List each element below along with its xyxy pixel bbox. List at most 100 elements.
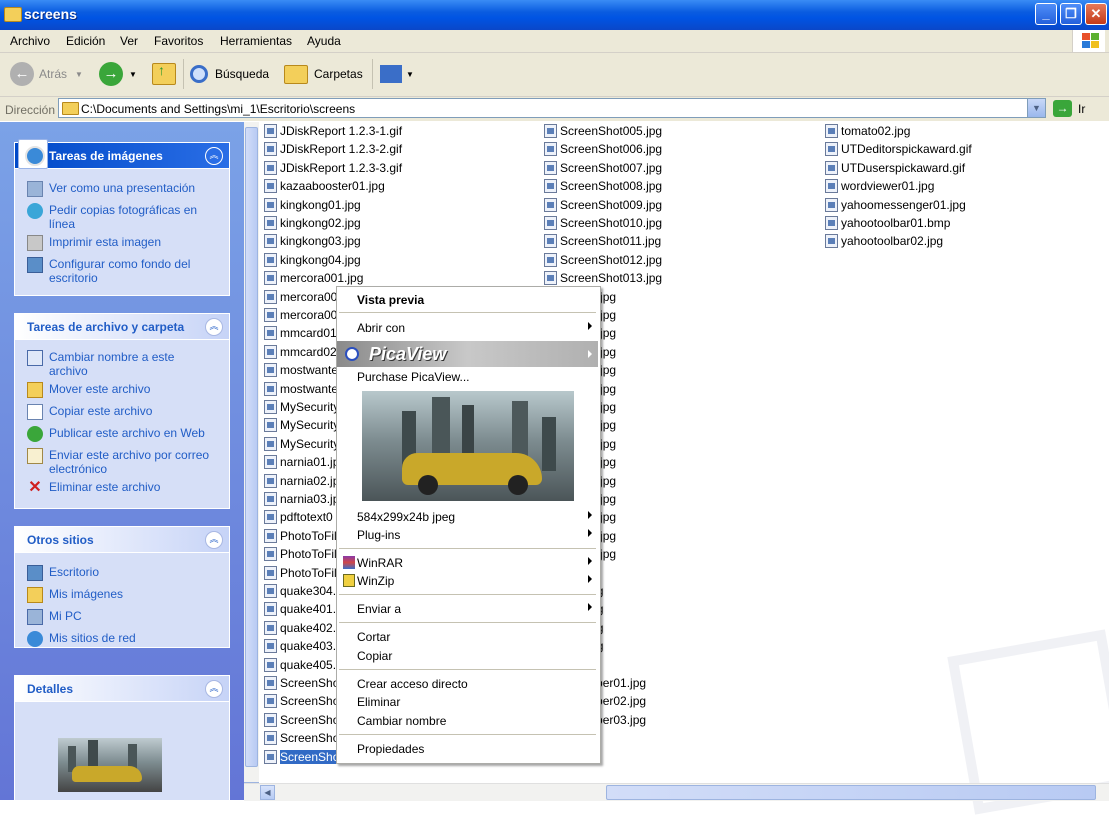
file-item[interactable]: quake304.: [264, 582, 336, 600]
file-item[interactable]: kingkong03.jpg: [264, 232, 361, 250]
left-panel-scrollbar[interactable]: ▼: [244, 122, 259, 800]
file-item[interactable]: ScreenShot007.jpg: [544, 159, 662, 177]
file-item[interactable]: ScreenSho: [264, 692, 339, 710]
close-button[interactable]: ✕: [1085, 3, 1107, 25]
file-item[interactable]: ScreenShot006.jpg: [544, 140, 662, 158]
task-slideshow[interactable]: Ver como una presentación: [27, 181, 195, 197]
menu-edicion[interactable]: Edición: [66, 34, 105, 48]
menu-ver[interactable]: Ver: [120, 34, 138, 48]
file-item[interactable]: kingkong04.jpg: [264, 251, 361, 269]
go-button[interactable]: Ir: [1078, 102, 1085, 116]
file-item[interactable]: UTDuserspickaward.gif: [825, 159, 965, 177]
menu-herramientas[interactable]: Herramientas: [220, 34, 292, 48]
other-places-header[interactable]: Otros sitios ︽: [15, 527, 229, 553]
back-button[interactable]: ← Atrás ▼: [10, 61, 83, 87]
file-item[interactable]: narnia02.jp: [264, 472, 339, 490]
task-move[interactable]: Mover este archivo: [27, 382, 150, 398]
task-email[interactable]: Enviar este archivo por correo electróni…: [27, 448, 217, 476]
file-item[interactable]: mercora00: [264, 288, 337, 306]
file-item[interactable]: quake405.: [264, 656, 336, 674]
menu-item-open-with[interactable]: Abrir con: [337, 319, 598, 337]
file-item[interactable]: mostwante: [264, 361, 338, 379]
menu-item-delete[interactable]: Eliminar: [337, 693, 598, 711]
scroll-thumb[interactable]: [606, 785, 1096, 800]
place-network[interactable]: Mis sitios de red: [27, 631, 136, 647]
file-item[interactable]: ScreenShot013.jpg: [544, 269, 662, 287]
forward-button[interactable]: → ▼: [99, 61, 137, 87]
file-item[interactable]: mercora001.jpg: [264, 269, 363, 287]
file-item[interactable]: MySecurity: [264, 398, 339, 416]
file-item[interactable]: ScreenShot011.jpg: [544, 232, 661, 250]
file-item[interactable]: MySecurity: [264, 435, 339, 453]
chevron-down-icon[interactable]: ▼: [129, 70, 137, 79]
collapse-icon[interactable]: ︽: [205, 680, 223, 698]
file-item[interactable]: narnia01.jp: [264, 453, 339, 471]
place-my-pictures[interactable]: Mis imágenes: [27, 587, 123, 603]
file-item[interactable]: JDiskReport 1.2.3-1.gif: [264, 122, 402, 140]
scroll-left-button[interactable]: ◀: [260, 785, 275, 800]
file-item[interactable]: PhotoToFil: [264, 527, 337, 545]
menu-item-rename[interactable]: Cambiar nombre: [337, 712, 598, 730]
file-item[interactable]: kazaabooster01.jpg: [264, 177, 385, 195]
scroll-thumb[interactable]: [245, 127, 258, 767]
task-rename[interactable]: Cambiar nombre a este archivo: [27, 350, 207, 378]
menu-item-purchase[interactable]: Purchase PicaView...: [337, 368, 598, 386]
menu-favoritos[interactable]: Favoritos: [154, 34, 203, 48]
file-item[interactable]: yahoomessenger01.jpg: [825, 196, 966, 214]
file-item[interactable]: ScreenShot010.jpg: [544, 214, 662, 232]
menu-item-properties[interactable]: Propiedades: [337, 740, 598, 758]
file-item[interactable]: wordviewer01.jpg: [825, 177, 934, 195]
file-item[interactable]: quake403.: [264, 637, 336, 655]
task-copy[interactable]: Copiar este archivo: [27, 404, 152, 420]
image-tasks-header[interactable]: Tareas de imágenes ︽: [15, 139, 229, 169]
file-item[interactable]: mercora00: [264, 306, 337, 324]
minimize-button[interactable]: _: [1035, 3, 1057, 25]
menu-item-cut[interactable]: Cortar: [337, 628, 598, 646]
file-item[interactable]: kingkong02.jpg: [264, 214, 361, 232]
address-dropdown-button[interactable]: ▼: [1027, 99, 1045, 117]
menu-archivo[interactable]: Archivo: [10, 34, 50, 48]
folders-button[interactable]: Carpetas: [284, 61, 363, 87]
file-item[interactable]: narnia03.jp: [264, 490, 339, 508]
menu-item-send-to[interactable]: Enviar a: [337, 600, 598, 618]
file-item[interactable]: PhotoToFil: [264, 564, 337, 582]
collapse-icon[interactable]: ︽: [205, 318, 223, 336]
file-item[interactable]: yahootoolbar02.jpg: [825, 232, 943, 250]
address-input[interactable]: C:\Documents and Settings\mi_1\Escritori…: [58, 98, 1046, 118]
up-folder-button[interactable]: ↑: [152, 61, 176, 87]
views-button[interactable]: ▼: [380, 61, 414, 87]
menu-item-winzip[interactable]: WinZip: [337, 572, 598, 590]
file-item[interactable]: yahootoolbar01.bmp: [825, 214, 950, 232]
menu-item-preview[interactable]: Vista previa: [337, 291, 598, 309]
file-item[interactable]: ScreenShot009.jpg: [544, 196, 662, 214]
file-item[interactable]: JDiskReport 1.2.3-3.gif: [264, 159, 402, 177]
maximize-button[interactable]: ❐: [1060, 3, 1082, 25]
task-delete[interactable]: ✕ Eliminar este archivo: [27, 480, 160, 496]
collapse-icon[interactable]: ︽: [205, 147, 223, 165]
horizontal-scrollbar[interactable]: ◀: [244, 783, 1109, 801]
file-item[interactable]: kingkong01.jpg: [264, 196, 361, 214]
menu-item-image-info[interactable]: 584x299x24b jpeg: [337, 508, 598, 526]
file-item[interactable]: pdftotext0: [264, 508, 333, 526]
file-item[interactable]: mostwante: [264, 380, 338, 398]
menu-item-copy[interactable]: Copiar: [337, 647, 598, 665]
task-order-prints[interactable]: Pedir copias fotográficas en línea: [27, 203, 212, 231]
place-my-computer[interactable]: Mi PC: [27, 609, 82, 625]
file-item[interactable]: ScreenSho: [264, 674, 339, 692]
collapse-icon[interactable]: ︽: [205, 531, 223, 549]
menu-item-create-shortcut[interactable]: Crear acceso directo: [337, 675, 598, 693]
file-item[interactable]: ScreenSho: [264, 711, 339, 729]
go-arrow-icon[interactable]: →: [1053, 100, 1072, 117]
search-button[interactable]: Búsqueda: [190, 61, 269, 87]
file-item[interactable]: ScreenShot008.jpg: [544, 177, 662, 195]
file-item[interactable]: MySecurity: [264, 416, 339, 434]
file-item[interactable]: mmcard02.: [264, 343, 340, 361]
file-item[interactable]: UTDeditorspickaward.gif: [825, 140, 972, 158]
file-item[interactable]: JDiskReport 1.2.3-2.gif: [264, 140, 402, 158]
file-item[interactable]: PhotoToFil: [264, 545, 337, 563]
task-publish-web[interactable]: Publicar este archivo en Web: [27, 426, 205, 442]
file-item[interactable]: tomato02.jpg: [825, 122, 910, 140]
chevron-down-icon[interactable]: ▼: [75, 70, 83, 79]
details-header[interactable]: Detalles ︽: [15, 676, 229, 702]
place-desktop[interactable]: Escritorio: [27, 565, 99, 581]
